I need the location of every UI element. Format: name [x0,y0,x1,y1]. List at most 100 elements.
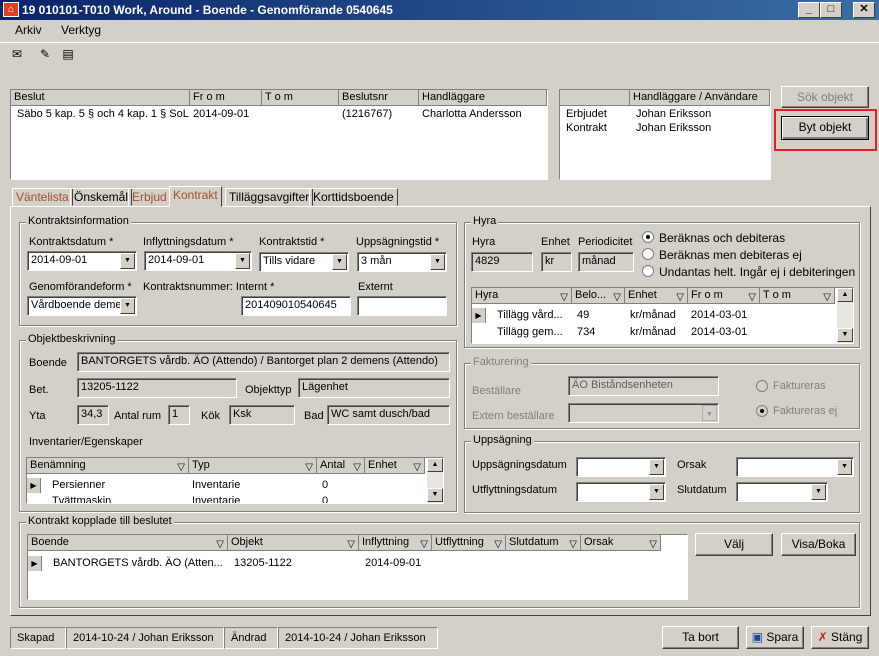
filter-icon[interactable]: ▽ [347,537,355,550]
scroll-top-icon[interactable]: ▲ [427,458,443,472]
search-object-button[interactable]: Sök objekt [781,86,869,108]
rooms-label: Antal rum [114,410,162,422]
minimize-button[interactable]: _ [798,2,820,18]
col-header[interactable]: Enhet ▽ [625,288,688,304]
chevron-down-icon[interactable]: ▼ [235,253,250,269]
filter-icon[interactable]: ▽ [560,290,568,303]
rent-scrollbar[interactable]: ▲ ▼ [837,288,853,343]
tab-kontrakt[interactable]: Kontrakt [169,186,222,207]
col-header[interactable]: Objekt ▽ [228,535,359,551]
edit-icon[interactable]: ✎ [37,47,53,62]
chevron-down-icon[interactable]: ▼ [837,459,852,475]
col-header[interactable]: Belo... ▽ [572,288,625,304]
tab-onskemal[interactable]: Önskemål [70,188,133,206]
chevron-down-icon[interactable]: ▼ [120,298,135,314]
filter-icon[interactable]: ▽ [305,460,313,473]
duration-select[interactable]: Tills vidare ▼ [259,252,349,272]
scroll-down-icon[interactable]: ▼ [427,488,443,502]
filter-icon[interactable]: ▽ [177,460,185,473]
move-in-date-field[interactable]: 2014-09-01 ▼ [144,251,252,271]
contract-date-field[interactable]: 2014-09-01 ▼ [27,251,137,271]
col-header[interactable]: Enhet ▽ [365,458,425,474]
col-header[interactable] [560,90,630,106]
filter-icon[interactable]: ▽ [613,290,621,303]
filter-icon[interactable]: ▽ [420,537,428,550]
chevron-down-icon[interactable]: ▼ [649,459,664,475]
radio-excluded[interactable] [642,265,654,277]
tab-erbjud[interactable]: Erbjud [128,188,171,206]
chevron-down-icon[interactable]: ▼ [430,254,445,270]
form-select[interactable]: Vårdboende deme ▼ [27,296,137,316]
col-header[interactable]: T o m ▽ [760,288,835,304]
filter-icon[interactable]: ▽ [748,290,756,303]
col-header[interactable]: Beslutsnr [339,90,419,106]
inventory-scrollbar[interactable]: ▲ ▼ [427,458,443,503]
menu-arkiv[interactable]: Arkiv [15,23,42,37]
filter-icon[interactable]: ▽ [569,537,577,550]
filter-icon[interactable]: ▽ [823,290,831,303]
document-icon[interactable]: ▤ [60,47,76,62]
col-header[interactable]: Fr o m [190,90,262,106]
save-button[interactable]: ▣ Spara [746,626,804,649]
cell: 49 [577,309,590,321]
col-header[interactable]: Handläggare / Användare [630,90,770,106]
col-header[interactable]: T o m [262,90,339,106]
move-out-date-field[interactable]: ▼ [576,482,666,502]
row-selector-icon[interactable]: ▶ [28,556,42,571]
mail-icon[interactable]: ✉ [9,47,25,62]
change-object-button[interactable]: Byt objekt [781,116,869,140]
delete-button[interactable]: Ta bort [662,626,739,649]
col-header[interactable]: Antal ▽ [317,458,365,474]
col-header[interactable]: Handläggare [419,90,547,106]
col-header[interactable]: Benämning ▽ [27,458,189,474]
col-header[interactable]: Orsak ▽ [581,535,661,551]
chevron-down-icon[interactable]: ▼ [649,484,664,500]
header-label: T o m [763,289,791,301]
col-header[interactable]: Inflyttning ▽ [359,535,432,551]
col-header[interactable]: Hyra ▽ [472,288,572,304]
tab-tillaggsavgifter[interactable]: Tilläggsavgifter [225,188,314,206]
contract-number-field[interactable]: 201409010540645 [241,296,351,316]
end-date-field[interactable]: ▼ [736,482,828,502]
created-label: Skapad [10,627,66,649]
row-selector-icon[interactable]: ▶ [27,478,41,493]
view-book-button[interactable]: Visa/Boka [781,533,856,556]
group-title: Kontrakt kopplade till beslutet [26,515,174,527]
row-selector-icon[interactable]: ▶ [472,308,486,323]
external-payer-label: Extern beställare [472,410,555,422]
external-field[interactable] [357,296,447,316]
reason-select[interactable]: ▼ [736,457,854,477]
radio-calc-no-debit[interactable] [642,248,654,260]
tab-korttidsboende[interactable]: Korttidsboende [309,188,398,206]
chevron-down-icon[interactable]: ▼ [332,254,347,270]
scroll-top-icon[interactable]: ▲ [837,288,853,302]
filter-icon[interactable]: ▽ [353,460,361,473]
radio-calc-debit[interactable] [642,231,654,243]
filter-icon[interactable]: ▽ [413,460,421,473]
filter-icon[interactable]: ▽ [494,537,502,550]
cell: 2014-09-01 [365,557,422,569]
maximize-button[interactable]: □ [820,2,842,18]
col-header[interactable]: Utflyttning ▽ [432,535,506,551]
col-header[interactable]: Beslut [11,90,190,106]
bath-label: Bad [304,410,324,422]
chevron-down-icon[interactable]: ▼ [811,484,826,500]
move-in-date-label: Inflyttningsdatum * [143,236,234,248]
filter-icon[interactable]: ▽ [676,290,684,303]
choose-button[interactable]: Välj [695,533,773,556]
chevron-down-icon[interactable]: ▼ [120,253,135,269]
scroll-down-icon[interactable]: ▼ [837,328,853,342]
col-header[interactable]: Slutdatum ▽ [506,535,581,551]
notice-select[interactable]: 3 mån ▼ [357,252,447,272]
col-header[interactable]: Typ ▽ [189,458,317,474]
close-button[interactable]: ✗ Stäng [811,626,869,649]
tab-ventelista[interactable]: Väntelista [12,188,73,206]
filter-icon[interactable]: ▽ [216,537,224,550]
radio-label: Undantas helt. Ingår ej i debiteringen [659,265,856,279]
col-header[interactable]: Fr o m ▽ [688,288,760,304]
notice-date-field[interactable]: ▼ [576,457,666,477]
close-window-button[interactable]: ✕ [853,2,875,18]
filter-icon[interactable]: ▽ [649,537,657,550]
menu-verktyg[interactable]: Verktyg [61,23,101,37]
col-header[interactable]: Boende ▽ [28,535,228,551]
